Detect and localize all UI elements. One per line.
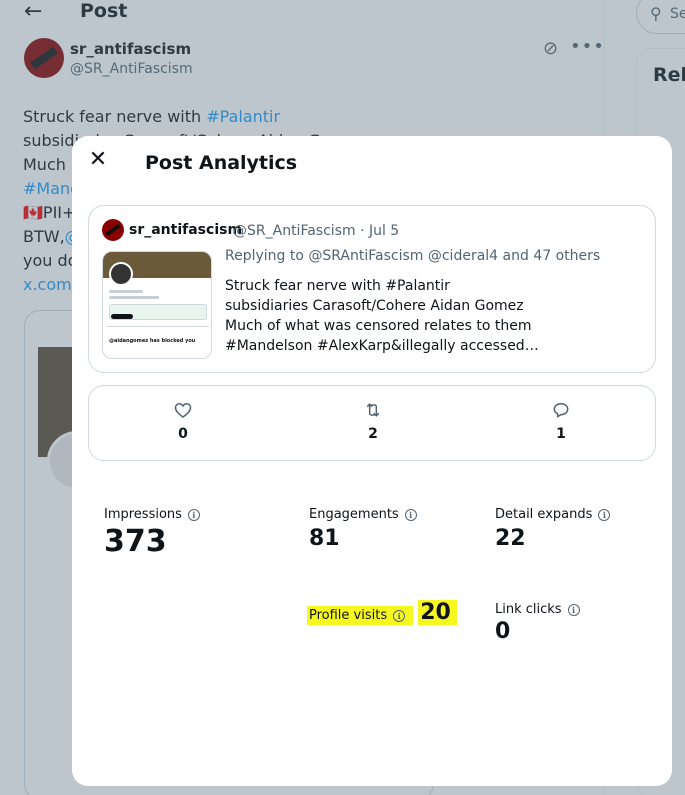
post-analytics-dialog: ✕ Post Analytics sr_antifascism @SR_Anti… [72, 136, 672, 786]
thumbnail-tabs [107, 326, 209, 327]
close-icon[interactable]: ✕ [86, 148, 110, 172]
quoted-post-card[interactable]: sr_antifascism @SR_AntiFascism · Jul 5 @… [88, 205, 656, 373]
thumbnail-avatar [109, 262, 133, 286]
quoted-post-text: Struck fear nerve with #Palantir subsidi… [225, 276, 645, 356]
profile-visits-value: 20 [418, 600, 457, 625]
info-icon[interactable]: i [567, 603, 580, 616]
replies-count: 1 [556, 426, 566, 442]
impressions-metric: Impressions i 373 [104, 503, 200, 559]
detail-expands-label: Detail expands [495, 507, 593, 522]
detail-expands-value: 22 [495, 526, 526, 551]
detail-expands-metric: Detail expands i 22 [495, 503, 611, 551]
link-clicks-label: Link clicks [495, 602, 562, 617]
replies-stat[interactable]: 1 [531, 400, 591, 442]
engagement-stats: 0 2 1 [88, 385, 656, 461]
info-icon[interactable]: i [598, 508, 611, 521]
quoted-text-line: Much of what was censored relates to the… [225, 318, 532, 334]
quoted-text-line: subsidiaries Carasoft/Cohere Aidan Gomez [225, 298, 524, 314]
quoted-author-name: sr_antifascism [129, 222, 243, 238]
quoted-image-thumbnail: @aidangomez has blocked you [102, 251, 212, 359]
avatar [102, 219, 124, 241]
quoted-author-meta: @SR_AntiFascism · Jul 5 [233, 223, 400, 239]
engagements-metric: Engagements i 81 [309, 503, 417, 551]
info-icon[interactable]: i [393, 609, 406, 622]
reply-icon [553, 402, 569, 419]
likes-stat[interactable]: 0 [153, 400, 213, 442]
thumbnail-caption: @aidangomez has blocked you [109, 338, 196, 344]
likes-count: 0 [178, 426, 188, 442]
repost-icon [366, 403, 380, 417]
quoted-text-line: #Mandelson #AlexKarp&illegally accessed… [225, 338, 539, 354]
thumbnail-button [111, 314, 133, 319]
heart-icon [174, 402, 192, 419]
info-icon[interactable]: i [187, 508, 200, 521]
reposts-count: 2 [368, 426, 378, 442]
engagements-value: 81 [309, 526, 340, 551]
reposts-stat[interactable]: 2 [343, 400, 403, 442]
quoted-text-line: Struck fear nerve with #Palantir [225, 278, 450, 294]
thumbnail-line [109, 290, 143, 293]
profile-visits-label: Profile visits [309, 608, 388, 623]
link-clicks-metric: Link clicks i 0 [495, 598, 580, 644]
replying-to: Replying to @SRAntiFascism @cideral4 and… [225, 248, 601, 264]
engagements-label: Engagements [309, 507, 399, 522]
impressions-label: Impressions [104, 507, 182, 522]
impressions-value: 373 [104, 524, 167, 559]
thumbnail-line [109, 296, 159, 299]
profile-visits-metric: Profile visits i 20 [307, 598, 457, 625]
dialog-title: Post Analytics [145, 152, 298, 174]
link-clicks-value: 0 [495, 619, 511, 644]
info-icon[interactable]: i [404, 508, 417, 521]
